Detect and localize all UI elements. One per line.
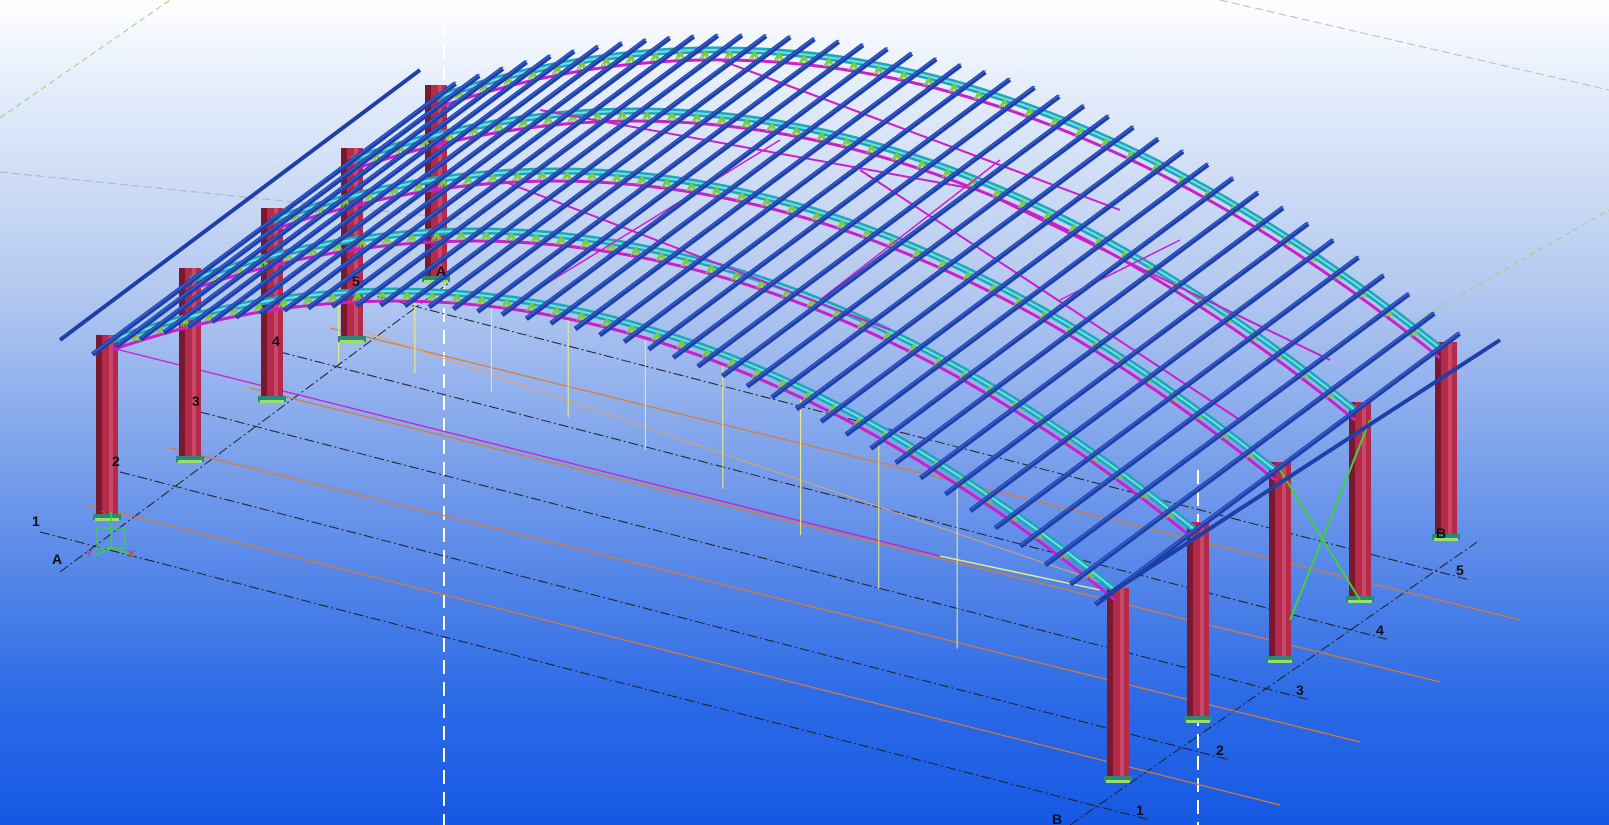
grid-label-5-left[interactable]: 5 — [352, 273, 360, 289]
roof-purlin-highlight — [722, 104, 1085, 376]
grid-label-5-right[interactable]: 5 — [1456, 562, 1464, 578]
structure-model[interactable]: 1 2 3 4 5 A A 1 2 3 4 5 B B Z X Y — [0, 0, 1609, 825]
axis-y-label: Y — [86, 549, 93, 560]
grid-label-4-left[interactable]: 4 — [272, 333, 280, 349]
grid-label-a-far[interactable]: A — [436, 263, 446, 279]
steel-column — [1104, 588, 1132, 783]
roof-purlin-highlight — [188, 54, 552, 326]
steel-column — [1184, 522, 1212, 723]
axis-x-label: X — [128, 549, 135, 560]
arch-hanger-lines — [262, 301, 958, 649]
workplane-guide — [0, 0, 171, 119]
grid-label-2-left[interactable]: 2 — [112, 453, 120, 469]
grid-labels: 1 2 3 4 5 A A 1 2 3 4 5 B B — [32, 263, 1464, 825]
3d-model-viewport[interactable]: 1 2 3 4 5 A A 1 2 3 4 5 B B Z X Y — [0, 0, 1609, 825]
grid-line-number — [39, 531, 1151, 821]
roof-purlin — [993, 255, 1360, 531]
grid-label-3-right[interactable]: 3 — [1296, 682, 1304, 698]
grid-label-3-left[interactable]: 3 — [192, 393, 200, 409]
grid-label-1-right[interactable]: 1 — [1136, 802, 1144, 818]
grid-label-b-near[interactable]: B — [1052, 811, 1062, 825]
roof-purlin-highlight — [995, 255, 1360, 528]
roof-purlin — [1018, 273, 1386, 549]
footing-line — [249, 387, 1441, 683]
grid-label-4-right[interactable]: 4 — [1376, 622, 1384, 638]
grid-label-1-left[interactable]: 1 — [32, 513, 40, 529]
roof-purlin — [1068, 311, 1436, 587]
roof-purlin — [186, 54, 552, 329]
footing-line — [169, 447, 1361, 743]
steel-column — [1266, 462, 1294, 663]
steel-column — [1432, 342, 1460, 541]
roof-purlin-highlight — [1020, 273, 1385, 546]
eave-tie-line — [111, 347, 941, 557]
side-wall-brace — [1279, 469, 1361, 601]
footing-line — [87, 504, 1281, 806]
steel-column — [93, 335, 121, 521]
workplane-guide — [1399, 209, 1609, 331]
roof-purlin — [549, 51, 914, 326]
roof-purlin-highlight — [550, 51, 913, 323]
axis-z-label: Z — [100, 510, 106, 521]
workplane-guide — [1219, 0, 1609, 91]
grid-label-b-far[interactable]: B — [1436, 525, 1446, 541]
grid-label-2-right[interactable]: 2 — [1216, 742, 1224, 758]
grid-label-a-near[interactable]: A — [52, 551, 62, 567]
roof-purlin-highlight — [1070, 311, 1435, 584]
